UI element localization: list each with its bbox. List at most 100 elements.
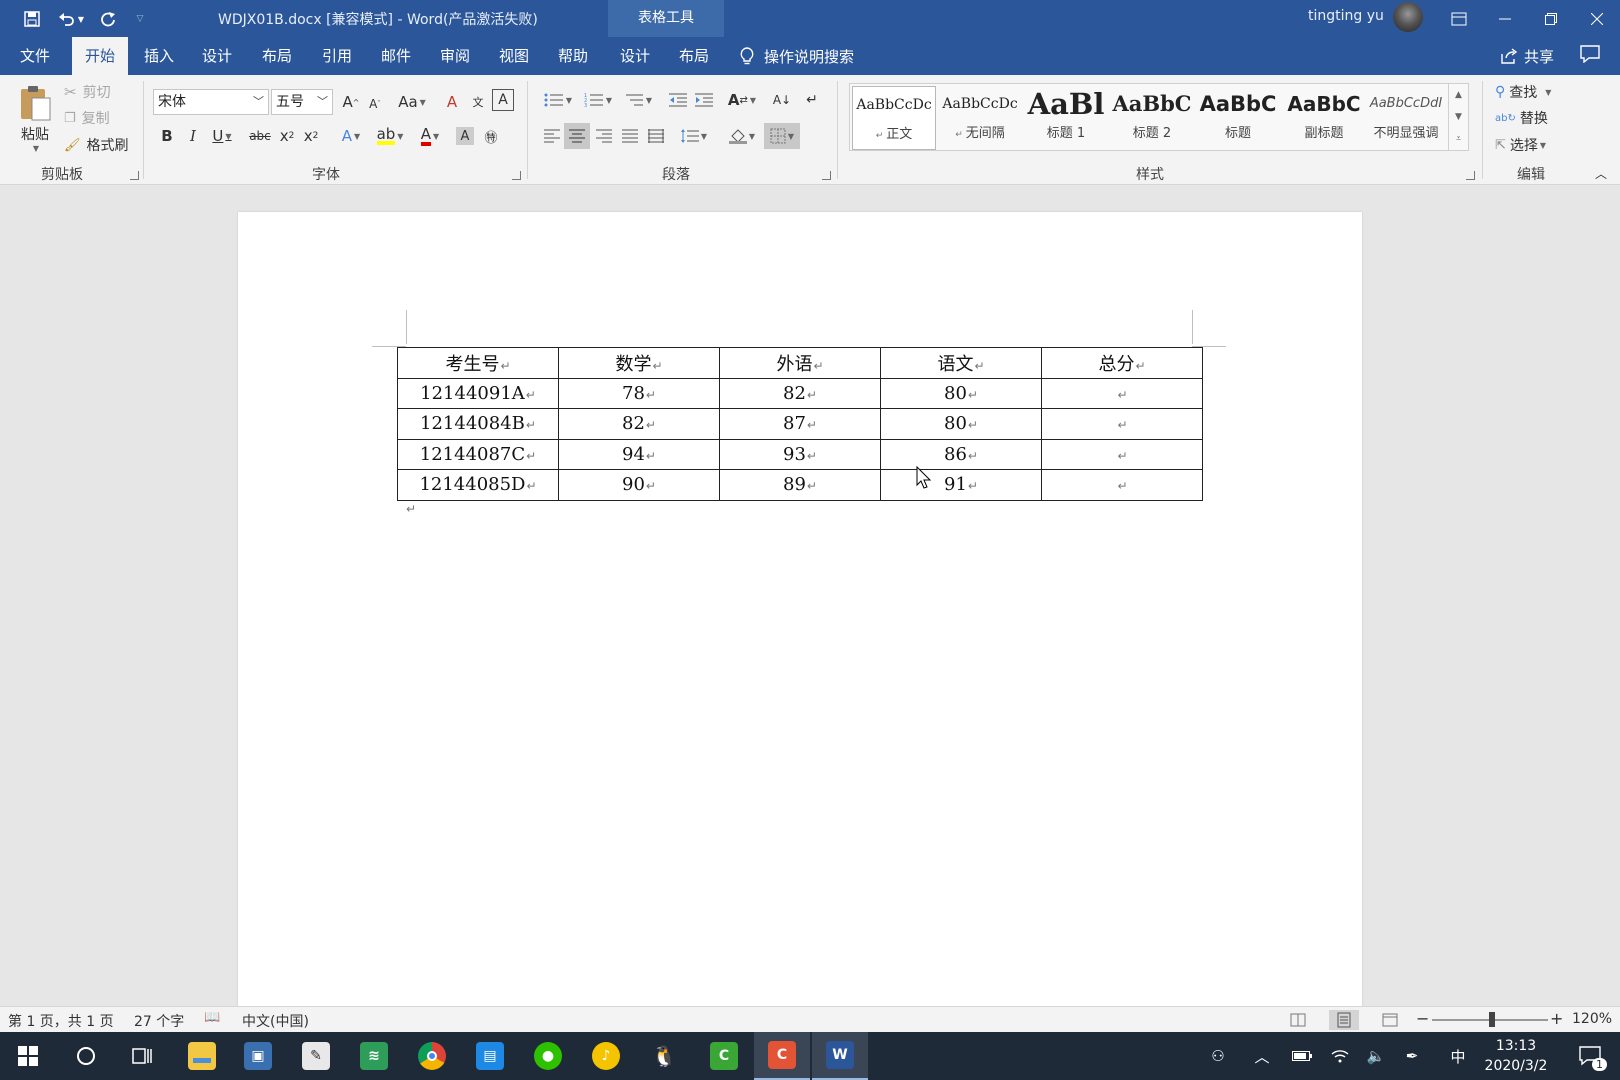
taskbar-app-camtasia-green[interactable]: C <box>696 1032 752 1080</box>
character-border-icon[interactable]: A <box>492 89 514 111</box>
table-cell[interactable]: 87↵ <box>719 408 881 440</box>
save-icon[interactable] <box>20 8 44 30</box>
style-subtle-emphasis[interactable]: AaBbCcDdI 不明显强调 <box>1364 86 1448 150</box>
show-hide-marks-icon[interactable]: ↵ <box>800 87 824 113</box>
change-case-button[interactable]: Aa ▼ <box>394 89 430 115</box>
subscript-icon[interactable]: x2 <box>276 123 298 149</box>
ribbon-display-options-icon[interactable] <box>1436 0 1482 37</box>
taskbar-app-qq[interactable]: 🐧 <box>636 1032 692 1080</box>
font-launcher-icon[interactable] <box>512 171 521 180</box>
justify-icon[interactable] <box>618 123 642 149</box>
table-cell[interactable]: 12144084B↵ <box>397 408 559 440</box>
close-icon[interactable] <box>1574 0 1620 37</box>
wifi-icon[interactable] <box>1328 1032 1352 1080</box>
style-heading-1[interactable]: AaBl 标题 1 <box>1024 86 1108 150</box>
tab-layout[interactable]: 布局 <box>250 37 304 75</box>
style-no-spacing[interactable]: AaBbCcDc ↵ 无间隔 <box>938 86 1022 150</box>
font-name-select[interactable]: 宋体 ﹀ <box>153 89 269 115</box>
replace-button[interactable]: ab↻ 替换 <box>1495 107 1548 129</box>
clear-formatting-icon[interactable]: A <box>440 89 464 115</box>
tab-view[interactable]: 视图 <box>487 37 541 75</box>
taskbar-app-music[interactable]: ♪ <box>578 1032 634 1080</box>
table-cell[interactable]: 80↵ <box>880 377 1042 409</box>
taskbar-app-wechat[interactable]: ● <box>520 1032 576 1080</box>
font-size-select[interactable]: 五号 ﹀ <box>271 89 333 115</box>
table-cell[interactable]: 91↵ <box>880 469 1042 501</box>
line-spacing-icon[interactable]: ▼ <box>676 123 712 149</box>
align-left-icon[interactable] <box>540 123 564 149</box>
word-count[interactable]: 27 个字 <box>134 1011 184 1031</box>
superscript-icon[interactable]: x2 <box>300 123 322 149</box>
bold-icon[interactable]: B <box>156 123 178 149</box>
shading-icon[interactable]: ▼ <box>724 123 760 149</box>
taskbar-app-recorder[interactable]: C <box>754 1032 810 1080</box>
table-header-cell[interactable]: 总分↵ <box>1041 347 1203 379</box>
paragraph-launcher-icon[interactable] <box>822 171 831 180</box>
table-cell[interactable]: 89↵ <box>719 469 881 501</box>
taskbar-app-word[interactable]: W <box>812 1032 868 1080</box>
gallery-more-icon[interactable]: ⩡ <box>1449 128 1468 150</box>
action-center-button[interactable]: 1 <box>1570 1032 1610 1080</box>
task-view-button[interactable] <box>114 1032 170 1080</box>
text-effects-icon[interactable]: A ▼ <box>334 123 368 149</box>
table-cell[interactable]: ↵ <box>1041 469 1203 501</box>
document-page[interactable]: 考生号↵ 数学↵ 外语↵ 语文↵ 总分↵ 12144091A↵ 78↵ 82↵ … <box>238 212 1362 1012</box>
tab-references[interactable]: 引用 <box>310 37 364 75</box>
grow-font-icon[interactable]: A ^ <box>340 89 362 115</box>
italic-icon[interactable]: I <box>182 123 204 149</box>
cut-button[interactable]: ✂ 剪切 <box>64 81 111 103</box>
page-count[interactable]: 第 1 页，共 1 页 <box>8 1011 114 1031</box>
zoom-level[interactable]: 120% <box>1572 1011 1612 1027</box>
table-cell[interactable]: 80↵ <box>880 408 1042 440</box>
table-cell[interactable]: 93↵ <box>719 438 881 470</box>
proofing-icon[interactable]: 📖 <box>204 1010 220 1025</box>
taskbar-app-network[interactable]: ▣ <box>230 1032 286 1080</box>
score-table[interactable]: 考生号↵ 数学↵ 外语↵ 语文↵ 总分↵ 12144091A↵ 78↵ 82↵ … <box>397 347 1203 501</box>
multilevel-list-icon[interactable]: ▼ <box>620 87 656 113</box>
search-button[interactable] <box>58 1032 114 1080</box>
chinese-layout-icon[interactable]: A ⇄ ▼ <box>724 87 760 113</box>
minimize-icon[interactable] <box>1482 0 1528 37</box>
tab-mailings[interactable]: 邮件 <box>369 37 423 75</box>
table-cell[interactable]: 94↵ <box>558 438 720 470</box>
avatar[interactable] <box>1393 2 1423 32</box>
style-subtitle[interactable]: AaBbC 副标题 <box>1282 86 1366 150</box>
share-button[interactable]: 共享 <box>1500 37 1554 75</box>
taskbar-app-notepad[interactable]: ✎ <box>288 1032 344 1080</box>
table-cell[interactable]: ↵ <box>1041 438 1203 470</box>
tab-home[interactable]: 开始 <box>72 37 128 75</box>
table-header-cell[interactable]: 外语↵ <box>719 347 881 379</box>
align-right-icon[interactable] <box>592 123 616 149</box>
clock[interactable]: 13:13 2020/3/2 <box>1478 1036 1554 1076</box>
user-name[interactable]: tingting yu <box>1308 8 1384 24</box>
comments-icon[interactable] <box>1580 45 1604 67</box>
taskbar-app-blue-tool[interactable]: ▤ <box>462 1032 518 1080</box>
tab-insert[interactable]: 插入 <box>132 37 186 75</box>
undo-icon[interactable]: ▼ <box>54 8 88 30</box>
print-layout-icon[interactable] <box>1329 1010 1359 1030</box>
taskbar-app-file-explorer[interactable] <box>174 1032 230 1080</box>
show-hidden-icons-icon[interactable]: ︿ <box>1250 1032 1274 1080</box>
tab-table-layout[interactable]: 布局 <box>667 37 721 75</box>
decrease-indent-icon[interactable] <box>666 87 690 113</box>
borders-icon[interactable]: ▼ <box>764 123 800 149</box>
taskbar-app-chrome[interactable] <box>404 1032 460 1080</box>
pen-icon[interactable]: ✒ <box>1400 1032 1424 1080</box>
redo-icon[interactable] <box>96 8 120 30</box>
table-cell[interactable]: 90↵ <box>558 469 720 501</box>
phonetic-guide-icon[interactable]: 文 <box>466 89 490 115</box>
gallery-up-icon[interactable]: ▲ <box>1449 84 1468 106</box>
start-button[interactable] <box>0 1032 56 1080</box>
volume-icon[interactable]: 🔈 <box>1364 1032 1388 1080</box>
bullets-icon[interactable]: ▼ <box>540 87 576 113</box>
gallery-down-icon[interactable]: ▼ <box>1449 106 1468 128</box>
table-cell[interactable]: 12144085D↵ <box>397 469 559 501</box>
table-cell[interactable]: 86↵ <box>880 438 1042 470</box>
find-button[interactable]: ⚲ 查找 ▼ <box>1495 81 1551 103</box>
table-header-cell[interactable]: 考生号↵ <box>397 347 559 379</box>
battery-icon[interactable] <box>1290 1032 1314 1080</box>
tab-review[interactable]: 审阅 <box>428 37 482 75</box>
tab-design[interactable]: 设计 <box>190 37 244 75</box>
character-shading-icon[interactable]: A <box>456 127 474 145</box>
select-button[interactable]: ⇱ 选择 ▼ <box>1495 134 1546 156</box>
